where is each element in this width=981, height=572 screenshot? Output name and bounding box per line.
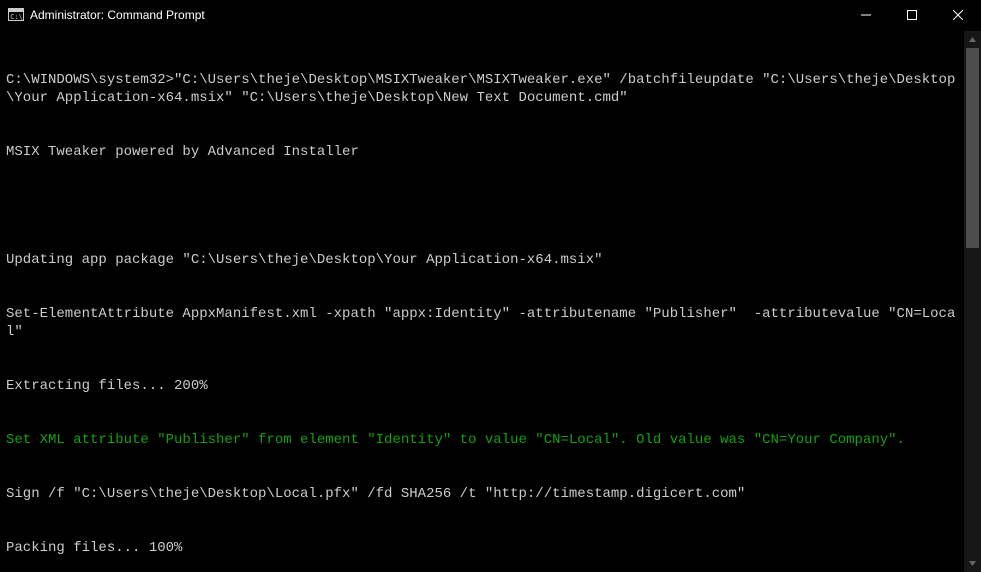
vertical-scrollbar[interactable] <box>964 31 981 572</box>
scroll-down-arrow-icon[interactable] <box>964 555 981 572</box>
terminal-blank-line <box>6 197 964 215</box>
terminal-line: Sign /f "C:\Users\theje\Desktop\Local.pf… <box>6 485 964 503</box>
client-area: C:\WINDOWS\system32>"C:\Users\theje\Desk… <box>0 30 981 572</box>
terminal-line: C:\WINDOWS\system32>"C:\Users\theje\Desk… <box>6 71 964 107</box>
scrollbar-thumb[interactable] <box>966 48 979 248</box>
terminal-line: Packing files... 100% <box>6 539 964 557</box>
scroll-up-arrow-icon[interactable] <box>964 31 981 48</box>
terminal-line: MSIX Tweaker powered by Advanced Install… <box>6 143 964 161</box>
cmd-icon: C:\ <box>8 7 24 23</box>
terminal-line: Updating app package "C:\Users\theje\Des… <box>6 251 964 269</box>
terminal-output[interactable]: C:\WINDOWS\system32>"C:\Users\theje\Desk… <box>0 31 964 572</box>
maximize-button[interactable] <box>889 0 935 30</box>
window-title: Administrator: Command Prompt <box>30 6 205 24</box>
terminal-line: Set-ElementAttribute AppxManifest.xml -x… <box>6 305 964 341</box>
terminal-line: Set XML attribute "Publisher" from eleme… <box>6 431 964 449</box>
minimize-button[interactable] <box>843 0 889 30</box>
command-prompt-window: C:\ Administrator: Command Prompt C:\WIN… <box>0 0 981 572</box>
titlebar[interactable]: C:\ Administrator: Command Prompt <box>0 0 981 30</box>
close-button[interactable] <box>935 0 981 30</box>
terminal-line: Extracting files... 200% <box>6 377 964 395</box>
svg-text:C:\: C:\ <box>10 13 23 21</box>
